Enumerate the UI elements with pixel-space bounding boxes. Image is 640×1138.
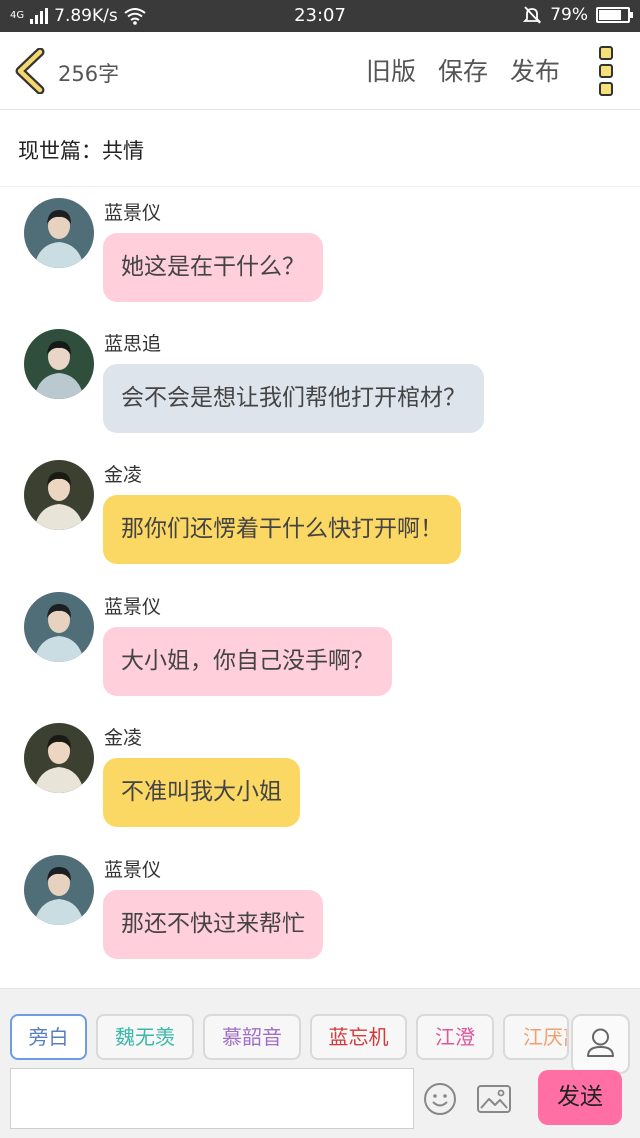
chapter-title[interactable]: 现世篇：共情 — [18, 135, 144, 165]
avatar[interactable] — [24, 855, 94, 925]
sender-name: 蓝景仪 — [104, 596, 162, 618]
sender-name: 金凌 — [104, 727, 143, 749]
battery-fill — [599, 10, 621, 20]
character-selector[interactable]: 旁白 魏无羡 慕韶音 蓝忘机 江澄 江厌离 — [0, 989, 640, 1061]
sender-name: 蓝思追 — [104, 333, 162, 355]
avatar-portrait — [24, 723, 94, 793]
avatar-portrait — [24, 460, 94, 530]
avatar[interactable] — [24, 198, 94, 268]
message-bubble[interactable]: 会不会是想让我们帮他打开棺材？ — [103, 364, 484, 433]
save-button[interactable]: 保存 — [438, 52, 488, 88]
back-button[interactable] — [12, 47, 52, 95]
chat-message[interactable]: 蓝景仪 她这是在干什么？ — [0, 188, 640, 319]
message-bubble[interactable]: 不准叫我大小姐 — [103, 758, 300, 827]
chat-list[interactable]: 蓝景仪 她这是在干什么？ 蓝思追 会不会是想让我们帮他打开棺材？ 金凌 那你们还… — [0, 188, 640, 988]
character-chip[interactable]: 旁白 — [10, 1014, 87, 1060]
emoji-icon[interactable] — [423, 1082, 457, 1116]
image-icon[interactable] — [476, 1083, 512, 1115]
more-dot-icon — [599, 64, 613, 78]
character-chip[interactable]: 慕韶音 — [203, 1014, 301, 1060]
publish-button[interactable]: 发布 — [510, 52, 560, 88]
chat-message[interactable]: 蓝景仪 那还不快过来帮忙 — [0, 845, 640, 976]
message-bubble[interactable]: 那你们还愣着干什么快打开啊！ — [103, 495, 461, 564]
status-bar: 4G 7.89K/s 23:07 79% — [0, 0, 640, 32]
character-chip[interactable]: 蓝忘机 — [310, 1014, 407, 1060]
avatar-portrait — [24, 329, 94, 399]
person-icon — [587, 1028, 614, 1057]
editor-toolbar: 256字 旧版 保存 发布 — [0, 32, 640, 110]
avatar[interactable] — [24, 723, 94, 793]
chat-message[interactable]: 蓝思追 会不会是想让我们帮他打开棺材？ — [0, 319, 640, 450]
message-bubble[interactable]: 大小姐，你自己没手啊？ — [103, 627, 392, 696]
character-chip[interactable]: 江澄 — [416, 1014, 494, 1060]
battery-icon — [596, 7, 633, 23]
avatar[interactable] — [24, 592, 94, 662]
chat-message[interactable]: 蓝景仪 大小姐，你自己没手啊？ — [0, 582, 640, 713]
status-right: 79% — [522, 5, 633, 25]
send-button[interactable]: 发送 — [538, 1070, 622, 1125]
chapter-header: 现世篇：共情 — [0, 111, 640, 187]
avatar-portrait — [24, 198, 94, 268]
message-bubble[interactable]: 她这是在干什么？ — [103, 233, 323, 302]
toolbar-actions: 旧版 保存 发布 — [366, 52, 560, 88]
character-chip[interactable]: 魏无羡 — [96, 1014, 194, 1060]
chat-message[interactable]: 金凌 不准叫我大小姐 — [0, 713, 640, 844]
avatar-portrait — [24, 855, 94, 925]
sender-name: 金凌 — [104, 464, 143, 486]
sender-name: 蓝景仪 — [104, 859, 162, 881]
old-version-button[interactable]: 旧版 — [366, 52, 416, 88]
message-input[interactable] — [10, 1068, 414, 1129]
chat-message[interactable]: 金凌 那你们还愣着干什么快打开啊！ — [0, 450, 640, 581]
character-chip[interactable]: 江厌离 — [503, 1014, 569, 1060]
more-menu-button[interactable] — [596, 46, 616, 96]
word-count: 256字 — [58, 62, 120, 86]
avatar[interactable] — [24, 460, 94, 530]
avatar-portrait — [24, 592, 94, 662]
bell-muted-icon — [523, 6, 542, 24]
more-dot-icon — [599, 82, 613, 96]
composer: 旁白 魏无羡 慕韶音 蓝忘机 江澄 江厌离 发送 — [0, 988, 640, 1138]
add-character-button[interactable] — [571, 1014, 630, 1074]
avatar[interactable] — [24, 329, 94, 399]
sender-name: 蓝景仪 — [104, 202, 162, 224]
message-bubble[interactable]: 那还不快过来帮忙 — [103, 890, 323, 959]
battery-percent: 79% — [550, 5, 588, 25]
more-dot-icon — [599, 46, 613, 60]
chevron-left-icon — [15, 47, 45, 95]
